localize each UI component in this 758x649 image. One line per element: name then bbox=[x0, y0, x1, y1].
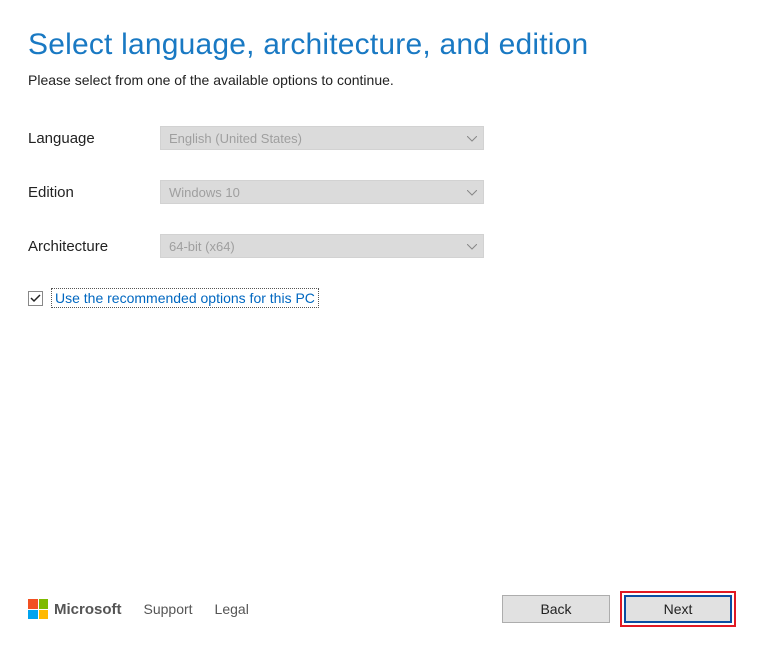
recommended-checkbox[interactable] bbox=[28, 291, 43, 306]
edition-select[interactable]: Windows 10 bbox=[160, 180, 484, 204]
language-label: Language bbox=[28, 130, 160, 147]
recommended-checkbox-label[interactable]: Use the recommended options for this PC bbox=[51, 288, 319, 308]
page-title: Select language, architecture, and editi… bbox=[28, 28, 730, 62]
legal-link[interactable]: Legal bbox=[215, 601, 249, 617]
support-link[interactable]: Support bbox=[144, 601, 193, 617]
architecture-row: Architecture 64-bit (x64) bbox=[28, 234, 730, 258]
architecture-label: Architecture bbox=[28, 238, 160, 255]
edition-label: Edition bbox=[28, 184, 160, 201]
next-button[interactable]: Next bbox=[624, 595, 732, 623]
next-button-highlight: Next bbox=[620, 591, 736, 627]
edition-row: Edition Windows 10 bbox=[28, 180, 730, 204]
microsoft-logo-text: Microsoft bbox=[54, 601, 122, 618]
checkmark-icon bbox=[30, 293, 41, 304]
footer: Microsoft Support Legal Back Next bbox=[0, 591, 758, 627]
language-select[interactable]: English (United States) bbox=[160, 126, 484, 150]
language-row: Language English (United States) bbox=[28, 126, 730, 150]
microsoft-logo-icon bbox=[28, 599, 48, 619]
page-subtitle: Please select from one of the available … bbox=[28, 72, 730, 88]
back-button[interactable]: Back bbox=[502, 595, 610, 623]
microsoft-logo: Microsoft bbox=[28, 599, 122, 619]
architecture-select[interactable]: 64-bit (x64) bbox=[160, 234, 484, 258]
